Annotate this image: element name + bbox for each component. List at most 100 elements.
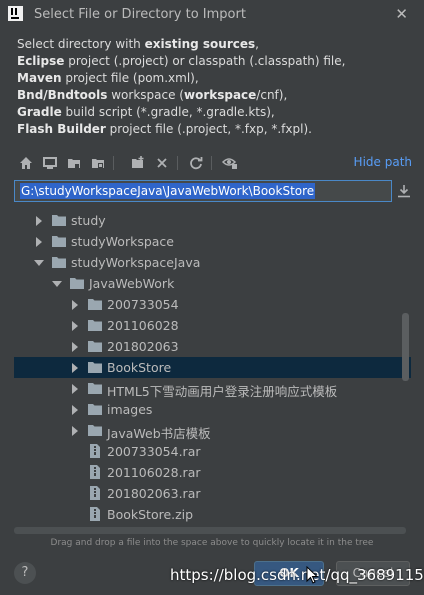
tree-file-row[interactable]: 200733054.rar	[14, 441, 411, 462]
tree-file-row[interactable]: BookStore.zip	[14, 504, 411, 525]
description-text: Select directory with	[17, 37, 145, 51]
folder-icon	[69, 276, 85, 290]
tree-item-label: 200733054	[107, 297, 179, 312]
folder-icon	[87, 381, 103, 395]
description-line: Maven project file (pom.xml),	[17, 70, 417, 87]
description-keyword: Flash Builder	[17, 122, 106, 136]
tree-folder-row[interactable]: study	[14, 210, 411, 231]
new-folder-icon[interactable]	[128, 153, 148, 173]
description-text: build script (*.gradle, *.gradle.kts),	[61, 105, 275, 119]
expand-down-arrow-icon[interactable]	[34, 257, 44, 267]
show-hidden-icon[interactable]	[220, 153, 240, 173]
tree-folder-row[interactable]: JavaWebWork	[14, 273, 411, 294]
toolbar-separator	[211, 156, 212, 170]
folder-icon	[51, 234, 67, 248]
help-button[interactable]: ?	[14, 562, 36, 584]
tree-item-label: BookStore	[107, 360, 172, 375]
description-keyword: Gradle	[17, 105, 62, 119]
tree-item-label: 201802063.rar	[107, 486, 201, 501]
title-bar: Select File or Directory to Import ✕	[0, 0, 424, 30]
drag-drop-hint: Drag and drop a file into the space abov…	[50, 538, 374, 548]
folder-icon	[87, 297, 103, 311]
description-keyword: Bnd/Bndtools	[17, 88, 108, 102]
folder-icon	[87, 360, 103, 374]
description-text: ,	[255, 37, 259, 51]
toolbar-separator	[177, 156, 178, 170]
hide-path-link[interactable]: Hide path	[354, 155, 412, 169]
collapse-right-arrow-icon[interactable]	[70, 383, 80, 394]
dialog-title: Select File or Directory to Import	[34, 7, 246, 22]
description-keyword: Maven	[17, 71, 62, 85]
tree-folder-row[interactable]: studyWorkspaceJava	[14, 252, 411, 273]
collapse-right-arrow-icon[interactable]	[70, 425, 80, 436]
expand-down-arrow-icon[interactable]	[52, 278, 62, 288]
description-text: project file (pom.xml),	[61, 71, 199, 85]
close-icon[interactable]: ✕	[395, 5, 408, 23]
path-input[interactable]: G:\studyWorkspaceJava\JavaWebWork\BookSt…	[14, 180, 392, 202]
archive-file-icon	[87, 485, 103, 500]
collapse-right-arrow-icon[interactable]	[70, 404, 80, 415]
tree-folder-row[interactable]: 200733054	[14, 294, 411, 315]
folder-icon	[87, 339, 103, 353]
collapse-right-arrow-icon[interactable]	[70, 362, 80, 373]
project-folder-icon[interactable]	[64, 153, 84, 173]
description-keyword: Eclipse	[17, 54, 65, 68]
home-icon[interactable]	[16, 153, 36, 173]
description-line: Gradle build script (*.gradle, *.gradle.…	[17, 104, 417, 121]
description-line: Select directory with existing sources,	[17, 36, 417, 53]
collapse-right-arrow-icon[interactable]	[70, 299, 80, 310]
refresh-icon[interactable]	[186, 153, 206, 173]
description-keyword: workspace	[183, 88, 257, 102]
tree-folder-row[interactable]: 201802063	[14, 336, 411, 357]
folder-icon	[87, 318, 103, 332]
folder-icon	[87, 402, 103, 416]
tree-folder-row[interactable]: BookStore	[14, 357, 411, 378]
module-folder-icon[interactable]	[88, 153, 108, 173]
description-text: project (.project) or classpath (.classp…	[64, 54, 346, 68]
collapse-right-arrow-icon[interactable]	[34, 215, 44, 226]
tree-folder-row[interactable]: 201106028	[14, 315, 411, 336]
tree-file-row[interactable]: 201802063.rar	[14, 483, 411, 504]
tree-item-label: 201802063	[107, 339, 179, 354]
tree-horizontal-scrollbar[interactable]	[14, 527, 411, 534]
tree-item-label: BookStore.zip	[107, 507, 194, 522]
tree-item-label: HTML5下雪动画用户登录注册响应式模板	[107, 384, 338, 399]
import-description: Select directory with existing sources, E…	[17, 36, 417, 138]
collapse-right-arrow-icon[interactable]	[34, 236, 44, 247]
tree-folder-row[interactable]: images	[14, 399, 411, 420]
tree-folder-row[interactable]: JavaWeb书店模板	[14, 420, 411, 441]
tree-item-label: studyWorkspaceJava	[71, 255, 201, 270]
tree-folder-row[interactable]: studyWorkspace	[14, 231, 411, 252]
mouse-cursor-icon	[306, 566, 318, 584]
collapse-right-arrow-icon[interactable]	[70, 341, 80, 352]
tree-vertical-scrollbar[interactable]	[402, 313, 409, 381]
horizontal-scroll-thumb[interactable]	[14, 527, 406, 534]
tree-item-label: study	[71, 213, 106, 228]
path-input-value: G:\studyWorkspaceJava\JavaWebWork\BookSt…	[20, 183, 316, 199]
description-line: Bnd/Bndtools workspace (workspace/cnf),	[17, 87, 417, 104]
folder-icon	[87, 423, 103, 437]
file-chooser-toolbar: Hide path	[14, 152, 412, 174]
tree-item-label: JavaWebWork	[89, 276, 175, 291]
tree-folder-row[interactable]: HTML5下雪动画用户登录注册响应式模板	[14, 378, 411, 399]
delete-icon[interactable]	[152, 153, 172, 173]
toolbar-separator	[113, 156, 114, 170]
tree-item-label: 201106028	[107, 318, 179, 333]
description-keyword: existing sources	[144, 37, 256, 51]
description-line: Eclipse project (.project) or classpath …	[17, 53, 417, 70]
description-text: project file (.project, *.fxp, *.fxpl).	[105, 122, 312, 136]
tree-item-label: studyWorkspace	[71, 234, 174, 249]
desktop-icon[interactable]	[40, 153, 60, 173]
archive-file-icon	[87, 443, 103, 458]
download-icon[interactable]	[396, 183, 412, 199]
file-tree[interactable]: study studyWorkspace studyWorkspaceJava Jav…	[14, 207, 411, 534]
watermark-text: https://blog.csdn.net/qq_36891155	[170, 566, 424, 584]
collapse-right-arrow-icon[interactable]	[70, 320, 80, 331]
tree-item-label: 200733054.rar	[107, 444, 201, 459]
archive-file-icon	[87, 464, 103, 479]
tree-file-row[interactable]: 201106028.rar	[14, 462, 411, 483]
description-text: workspace (	[107, 88, 184, 102]
folder-icon	[51, 255, 67, 269]
intellij-logo-icon	[8, 6, 23, 21]
archive-file-icon	[87, 506, 103, 521]
